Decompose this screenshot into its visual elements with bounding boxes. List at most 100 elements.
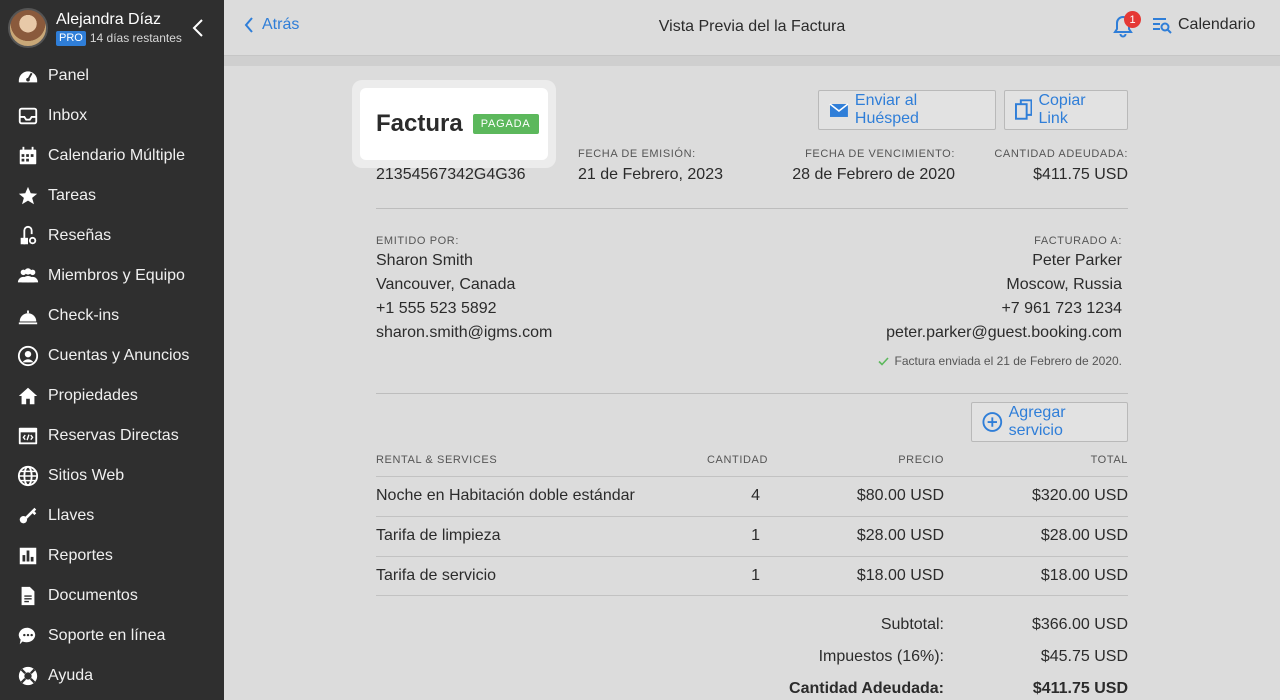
calendar-view-button[interactable]: Calendario <box>1152 16 1255 34</box>
invoice-title-box: Factura PAGADA <box>360 88 548 160</box>
send-to-guest-button[interactable]: Enviar al Huésped <box>818 90 996 130</box>
plus-circle-icon <box>982 412 1003 432</box>
issuer-location: Vancouver, Canada <box>376 276 516 293</box>
notifications-button[interactable]: 1 <box>1112 11 1141 40</box>
top-header: Atrás Vista Previa del la Factura 1 Cale… <box>224 0 1280 56</box>
user-name: Alejandra Díaz <box>56 11 161 28</box>
service-quantity: 1 <box>751 527 760 544</box>
send-button-label: Enviar al Huésped <box>854 92 919 127</box>
tax-value: $45.75 USD <box>1040 648 1128 665</box>
sidebar-item-help[interactable]: Ayuda <box>0 656 224 696</box>
sidebar-item-label: Reportes <box>48 547 113 564</box>
sidebar-item-websites[interactable]: Sitios Web <box>0 456 224 496</box>
invoice-preview: Factura PAGADA Enviar al Huésped Copiar … <box>352 66 1128 700</box>
sidebar-item-label: Documentos <box>48 587 138 604</box>
sidebar-item-documents[interactable]: Documentos <box>0 576 224 616</box>
service-name: Noche en Habitación doble estándar <box>376 487 635 504</box>
due-date-label: FECHA DE VENCIMIENTO: <box>805 148 955 160</box>
invoice-title: Factura <box>376 110 463 137</box>
sidebar-item-checkins[interactable]: Check-ins <box>0 296 224 336</box>
team-icon <box>16 264 40 288</box>
sidebar-item-label: Inbox <box>48 107 88 124</box>
calendar-search-icon <box>1153 18 1172 34</box>
divider <box>376 208 1128 209</box>
guest-location: Moscow, Russia <box>1006 276 1122 293</box>
sidebar-item-panel[interactable]: Panel <box>0 56 224 96</box>
column-header-price: PRECIO <box>898 454 944 466</box>
trial-remaining: 14 días restantes <box>89 31 182 45</box>
column-header-total: TOTAL <box>1090 454 1128 466</box>
key-icon <box>16 504 40 528</box>
service-total: $28.00 USD <box>1040 527 1128 544</box>
sidebar-item-reports[interactable]: Reportes <box>0 536 224 576</box>
billed-to-label: FACTURADO A: <box>1034 235 1122 247</box>
sidebar-nav: Panel Inbox Calendario Múltiple Tareas R… <box>0 56 224 696</box>
issue-date-label: FECHA DE EMISIÓN: <box>578 148 696 160</box>
sidebar-item-label: Sitios Web <box>48 467 125 484</box>
sidebar-item-multi-calendar[interactable]: Calendario Múltiple <box>0 136 224 176</box>
subtotal-value: $366.00 USD <box>1031 616 1128 633</box>
user-profile[interactable]: Alejandra Díaz PRO 14 días restantes <box>0 0 224 56</box>
sidebar-item-label: Tareas <box>48 187 97 204</box>
issuer-label: EMITIDO POR: <box>376 235 459 247</box>
divider <box>376 393 1128 394</box>
total-due-label: Cantidad Adeudada: <box>789 680 944 697</box>
dashboard-icon <box>16 64 40 88</box>
sidebar-item-label: Ayuda <box>48 667 94 684</box>
issuer-block: Sharon Smith Vancouver, Canada +1 555 52… <box>376 249 552 345</box>
sidebar-item-inbox[interactable]: Inbox <box>0 96 224 136</box>
add-service-button[interactable]: Agregar servicio <box>971 402 1128 442</box>
sidebar-item-accounts[interactable]: Cuentas y Anuncios <box>0 336 224 376</box>
account-icon <box>16 344 40 368</box>
chart-icon <box>16 544 40 568</box>
sidebar-item-label: Propiedades <box>48 387 138 404</box>
status-badge: PAGADA <box>472 114 539 134</box>
avatar <box>8 8 48 48</box>
guest-email: peter.parker@guest.booking.com <box>886 324 1122 341</box>
table-row: Tarifa de servicio 1 $18.00 USD $18.00 U… <box>376 556 1128 596</box>
service-name: Tarifa de servicio <box>376 567 497 584</box>
sidebar-item-support[interactable]: Soporte en línea <box>0 616 224 656</box>
sidebar-item-keys[interactable]: Llaves <box>0 496 224 536</box>
pro-badge: PRO <box>56 30 86 46</box>
subtotal-label: Subtotal: <box>880 616 944 633</box>
profile-text: Alejandra Díaz PRO 14 días restantes <box>56 10 182 46</box>
service-name: Tarifa de limpieza <box>376 527 501 544</box>
check-icon <box>877 356 889 366</box>
sidebar-item-direct-bookings[interactable]: Reservas Directas <box>0 416 224 456</box>
copy-button-label: Copiar Link <box>1038 92 1086 127</box>
sidebar-item-label: Reservas Directas <box>48 427 179 444</box>
amount-due-label: CANTIDAD ADEUDADA: <box>994 148 1128 160</box>
calendar-label: Calendario <box>1178 16 1256 33</box>
plan-info: PRO 14 días restantes <box>56 30 182 46</box>
guest-name: Peter Parker <box>1032 252 1122 269</box>
service-price: $80.00 USD <box>856 487 944 504</box>
sidebar-item-label: Llaves <box>48 507 95 524</box>
amount-due: $411.75 USD <box>1033 166 1128 183</box>
service-price: $18.00 USD <box>856 567 944 584</box>
sidebar-item-label: Calendario Múltiple <box>48 147 185 164</box>
sidebar-item-tasks[interactable]: Tareas <box>0 176 224 216</box>
collapse-sidebar-button[interactable] <box>188 16 208 40</box>
copy-icon <box>1015 99 1033 120</box>
column-header-quantity: CANTIDAD <box>707 454 769 466</box>
tax-label: Impuestos (16%): <box>818 648 944 665</box>
notification-count-badge: 1 <box>1124 11 1141 28</box>
issuer-email: sharon.smith@igms.com <box>376 324 553 341</box>
sidebar-item-team[interactable]: Miembros y Equipo <box>0 256 224 296</box>
service-total: $18.00 USD <box>1040 567 1128 584</box>
sidebar-item-label: Check-ins <box>48 307 120 324</box>
sidebar: Alejandra Díaz PRO 14 días restantes Pan… <box>0 0 224 700</box>
sidebar-item-properties[interactable]: Propiedades <box>0 376 224 416</box>
code-window-icon <box>16 424 40 448</box>
sidebar-item-reviews[interactable]: Reseñas <box>0 216 224 256</box>
lifebuoy-icon <box>16 664 40 688</box>
sidebar-item-label: Reseñas <box>48 227 112 244</box>
add-service-label: Agregar servicio <box>1008 404 1066 439</box>
inbox-icon <box>16 104 40 128</box>
home-icon <box>16 384 40 408</box>
copy-link-button[interactable]: Copiar Link <box>1004 90 1128 130</box>
invoice-number: 21354567342G4G36 <box>376 166 526 183</box>
chat-icon <box>16 624 40 648</box>
guest-phone: +7 961 723 1234 <box>1001 300 1122 317</box>
